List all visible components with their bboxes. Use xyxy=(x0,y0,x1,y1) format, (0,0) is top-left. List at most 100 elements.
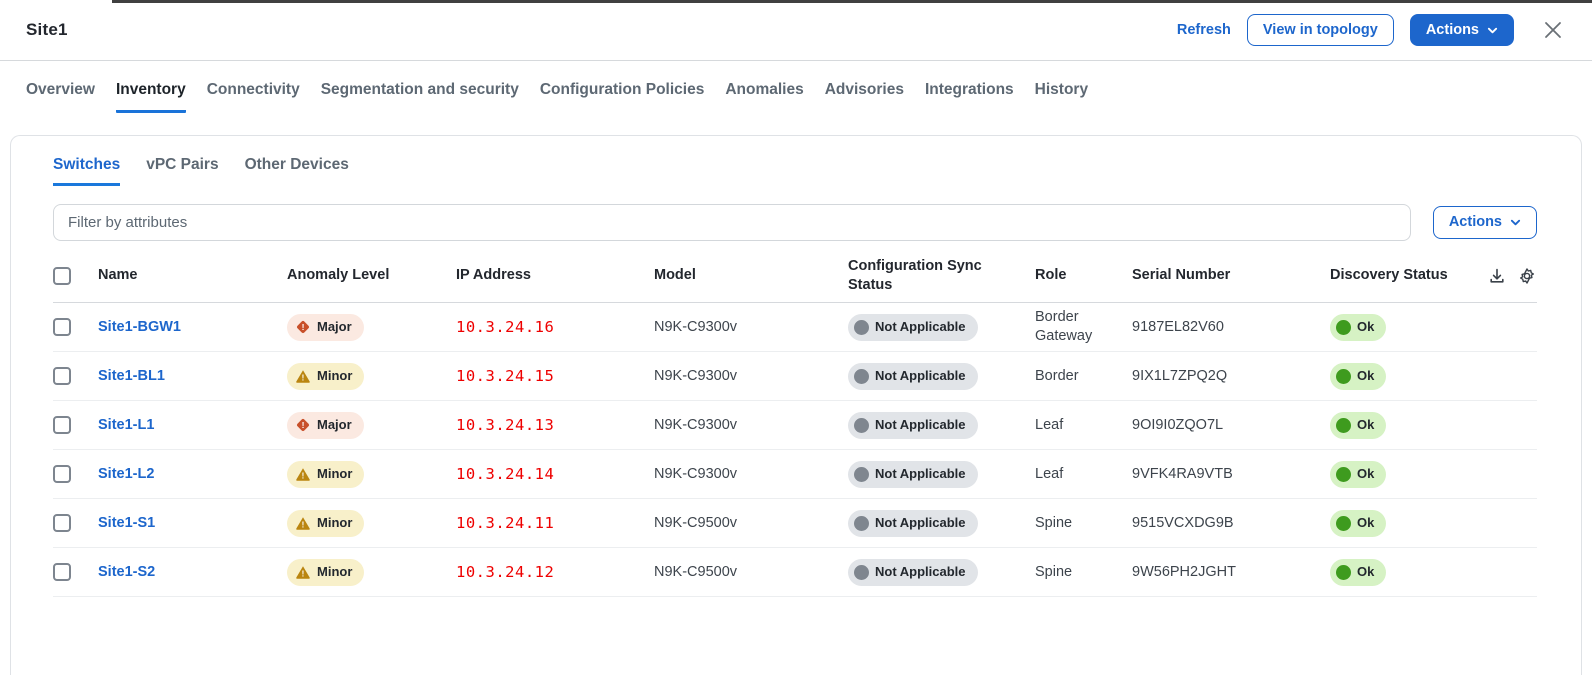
switch-name-link[interactable]: Site1-BGW1 xyxy=(98,318,181,337)
gray-dot-icon xyxy=(854,418,869,433)
column-header-model[interactable]: Model xyxy=(654,266,848,285)
switch-name-link[interactable]: Site1-S2 xyxy=(98,563,155,582)
model: N9K-C9300v xyxy=(654,367,848,386)
discovery-status-badge: Ok xyxy=(1330,559,1386,586)
anomaly-badge: ! ! Minor xyxy=(287,363,364,390)
subtab-other-devices[interactable]: Other Devices xyxy=(245,156,349,186)
ip-address: 10.3.24.12 xyxy=(456,562,554,582)
ip-address: 10.3.24.16 xyxy=(456,317,554,337)
discovery-status-badge: Ok xyxy=(1330,314,1386,341)
tab-configuration-policies[interactable]: Configuration Policies xyxy=(540,81,704,113)
role: Spine xyxy=(1035,563,1132,582)
svg-text:!: ! xyxy=(302,472,305,481)
table-row: Site1-BGW1 ! ! Major 10.3.24.16 N9K-C930… xyxy=(53,303,1537,352)
row-checkbox[interactable] xyxy=(53,563,71,581)
tab-advisories[interactable]: Advisories xyxy=(825,81,904,113)
serial-number: 9OI9I0ZQO7L xyxy=(1132,416,1330,435)
config-sync-status-badge: Not Applicable xyxy=(848,363,978,390)
config-sync-status-badge: Not Applicable xyxy=(848,461,978,488)
tab-integrations[interactable]: Integrations xyxy=(925,81,1014,113)
anomaly-badge: ! ! Minor xyxy=(287,461,364,488)
clipped-top-edge xyxy=(112,0,1592,3)
svg-text:!: ! xyxy=(302,570,305,579)
major-diamond-icon: ! xyxy=(295,319,311,335)
anomaly-level-label: Major xyxy=(317,319,352,336)
row-checkbox[interactable] xyxy=(53,318,71,336)
subtab-switches[interactable]: Switches xyxy=(53,156,120,186)
subtab-vpc-pairs[interactable]: vPC Pairs xyxy=(146,156,218,186)
select-all-checkbox[interactable] xyxy=(53,267,71,285)
column-header-name[interactable]: Name xyxy=(98,266,287,285)
minor-triangle-icon: ! xyxy=(295,564,311,580)
switch-name-link[interactable]: Site1-L2 xyxy=(98,465,154,484)
discovery-status-badge: Ok xyxy=(1330,363,1386,390)
tab-overview[interactable]: Overview xyxy=(26,81,95,113)
ip-address: 10.3.24.14 xyxy=(456,464,554,484)
config-sync-status-badge: Not Applicable xyxy=(848,314,978,341)
page-header: Site1 Refresh View in topology Actions xyxy=(0,0,1592,61)
tab-anomalies[interactable]: Anomalies xyxy=(725,81,803,113)
view-in-topology-button[interactable]: View in topology xyxy=(1247,14,1394,47)
gray-dot-icon xyxy=(854,369,869,384)
tab-history[interactable]: History xyxy=(1035,81,1088,113)
green-dot-icon xyxy=(1336,369,1351,384)
table-actions-button[interactable]: Actions xyxy=(1433,206,1537,239)
row-checkbox[interactable] xyxy=(53,416,71,434)
serial-number: 9W56PH2JGHT xyxy=(1132,563,1330,582)
serial-number: 9515VCXDG9B xyxy=(1132,514,1330,533)
column-header-role[interactable]: Role xyxy=(1035,266,1132,285)
filter-input[interactable] xyxy=(53,204,1411,241)
anomaly-badge: ! ! Major xyxy=(287,314,364,341)
major-diamond-icon: ! xyxy=(295,417,311,433)
anomaly-level-label: Minor xyxy=(317,564,352,581)
column-header-config-sync-status[interactable]: Configuration Sync Status xyxy=(848,257,1035,295)
row-checkbox[interactable] xyxy=(53,514,71,532)
discovery-status-label: Ok xyxy=(1357,319,1374,336)
svg-text:!: ! xyxy=(302,521,305,530)
anomaly-badge: ! ! Minor xyxy=(287,510,364,537)
column-header-discovery-status[interactable]: Discovery Status xyxy=(1330,266,1463,285)
svg-text:!: ! xyxy=(302,322,305,332)
row-checkbox[interactable] xyxy=(53,465,71,483)
gear-icon[interactable] xyxy=(1517,266,1537,286)
view-in-topology-label: View in topology xyxy=(1263,23,1378,38)
column-header-anomaly-level[interactable]: Anomaly Level xyxy=(287,266,456,285)
inventory-card: Switches vPC Pairs Other Devices Actions… xyxy=(10,135,1582,675)
tab-segmentation-and-security[interactable]: Segmentation and security xyxy=(321,81,519,113)
config-sync-status-badge: Not Applicable xyxy=(848,510,978,537)
discovery-status-label: Ok xyxy=(1357,564,1374,581)
config-sync-status-label: Not Applicable xyxy=(875,466,966,483)
row-checkbox[interactable] xyxy=(53,367,71,385)
switch-name-link[interactable]: Site1-BL1 xyxy=(98,367,165,386)
refresh-button[interactable]: Refresh xyxy=(1177,22,1231,38)
download-icon[interactable] xyxy=(1487,266,1507,286)
discovery-status-badge: Ok xyxy=(1330,461,1386,488)
chevron-down-icon xyxy=(1487,25,1498,36)
table-actions-label: Actions xyxy=(1449,215,1502,230)
gray-dot-icon xyxy=(854,516,869,531)
config-sync-status-badge: Not Applicable xyxy=(848,559,978,586)
model: N9K-C9500v xyxy=(654,563,848,582)
tab-inventory[interactable]: Inventory xyxy=(116,81,186,113)
table-row: Site1-S2 ! ! Minor 10.3.24.12 N9K-C9500v… xyxy=(53,548,1537,597)
header-actions-button[interactable]: Actions xyxy=(1410,14,1514,47)
column-header-ip-address[interactable]: IP Address xyxy=(456,266,654,285)
config-sync-status-label: Not Applicable xyxy=(875,564,966,581)
role: Leaf xyxy=(1035,416,1132,435)
discovery-status-label: Ok xyxy=(1357,417,1374,434)
discovery-status-label: Ok xyxy=(1357,368,1374,385)
close-icon[interactable] xyxy=(1540,17,1566,43)
gray-dot-icon xyxy=(854,467,869,482)
switch-name-link[interactable]: Site1-L1 xyxy=(98,416,154,435)
tab-connectivity[interactable]: Connectivity xyxy=(207,81,300,113)
main-tabs: Overview Inventory Connectivity Segmenta… xyxy=(0,61,1592,113)
column-header-serial-number[interactable]: Serial Number xyxy=(1132,266,1330,285)
ip-address: 10.3.24.15 xyxy=(456,366,554,386)
minor-triangle-icon: ! xyxy=(295,466,311,482)
table-row: Site1-L1 ! ! Major 10.3.24.13 N9K-C9300v… xyxy=(53,401,1537,450)
role: Leaf xyxy=(1035,465,1132,484)
role: Border Gateway xyxy=(1035,308,1132,346)
config-sync-status-label: Not Applicable xyxy=(875,515,966,532)
switch-name-link[interactable]: Site1-S1 xyxy=(98,514,155,533)
model: N9K-C9300v xyxy=(654,318,848,337)
